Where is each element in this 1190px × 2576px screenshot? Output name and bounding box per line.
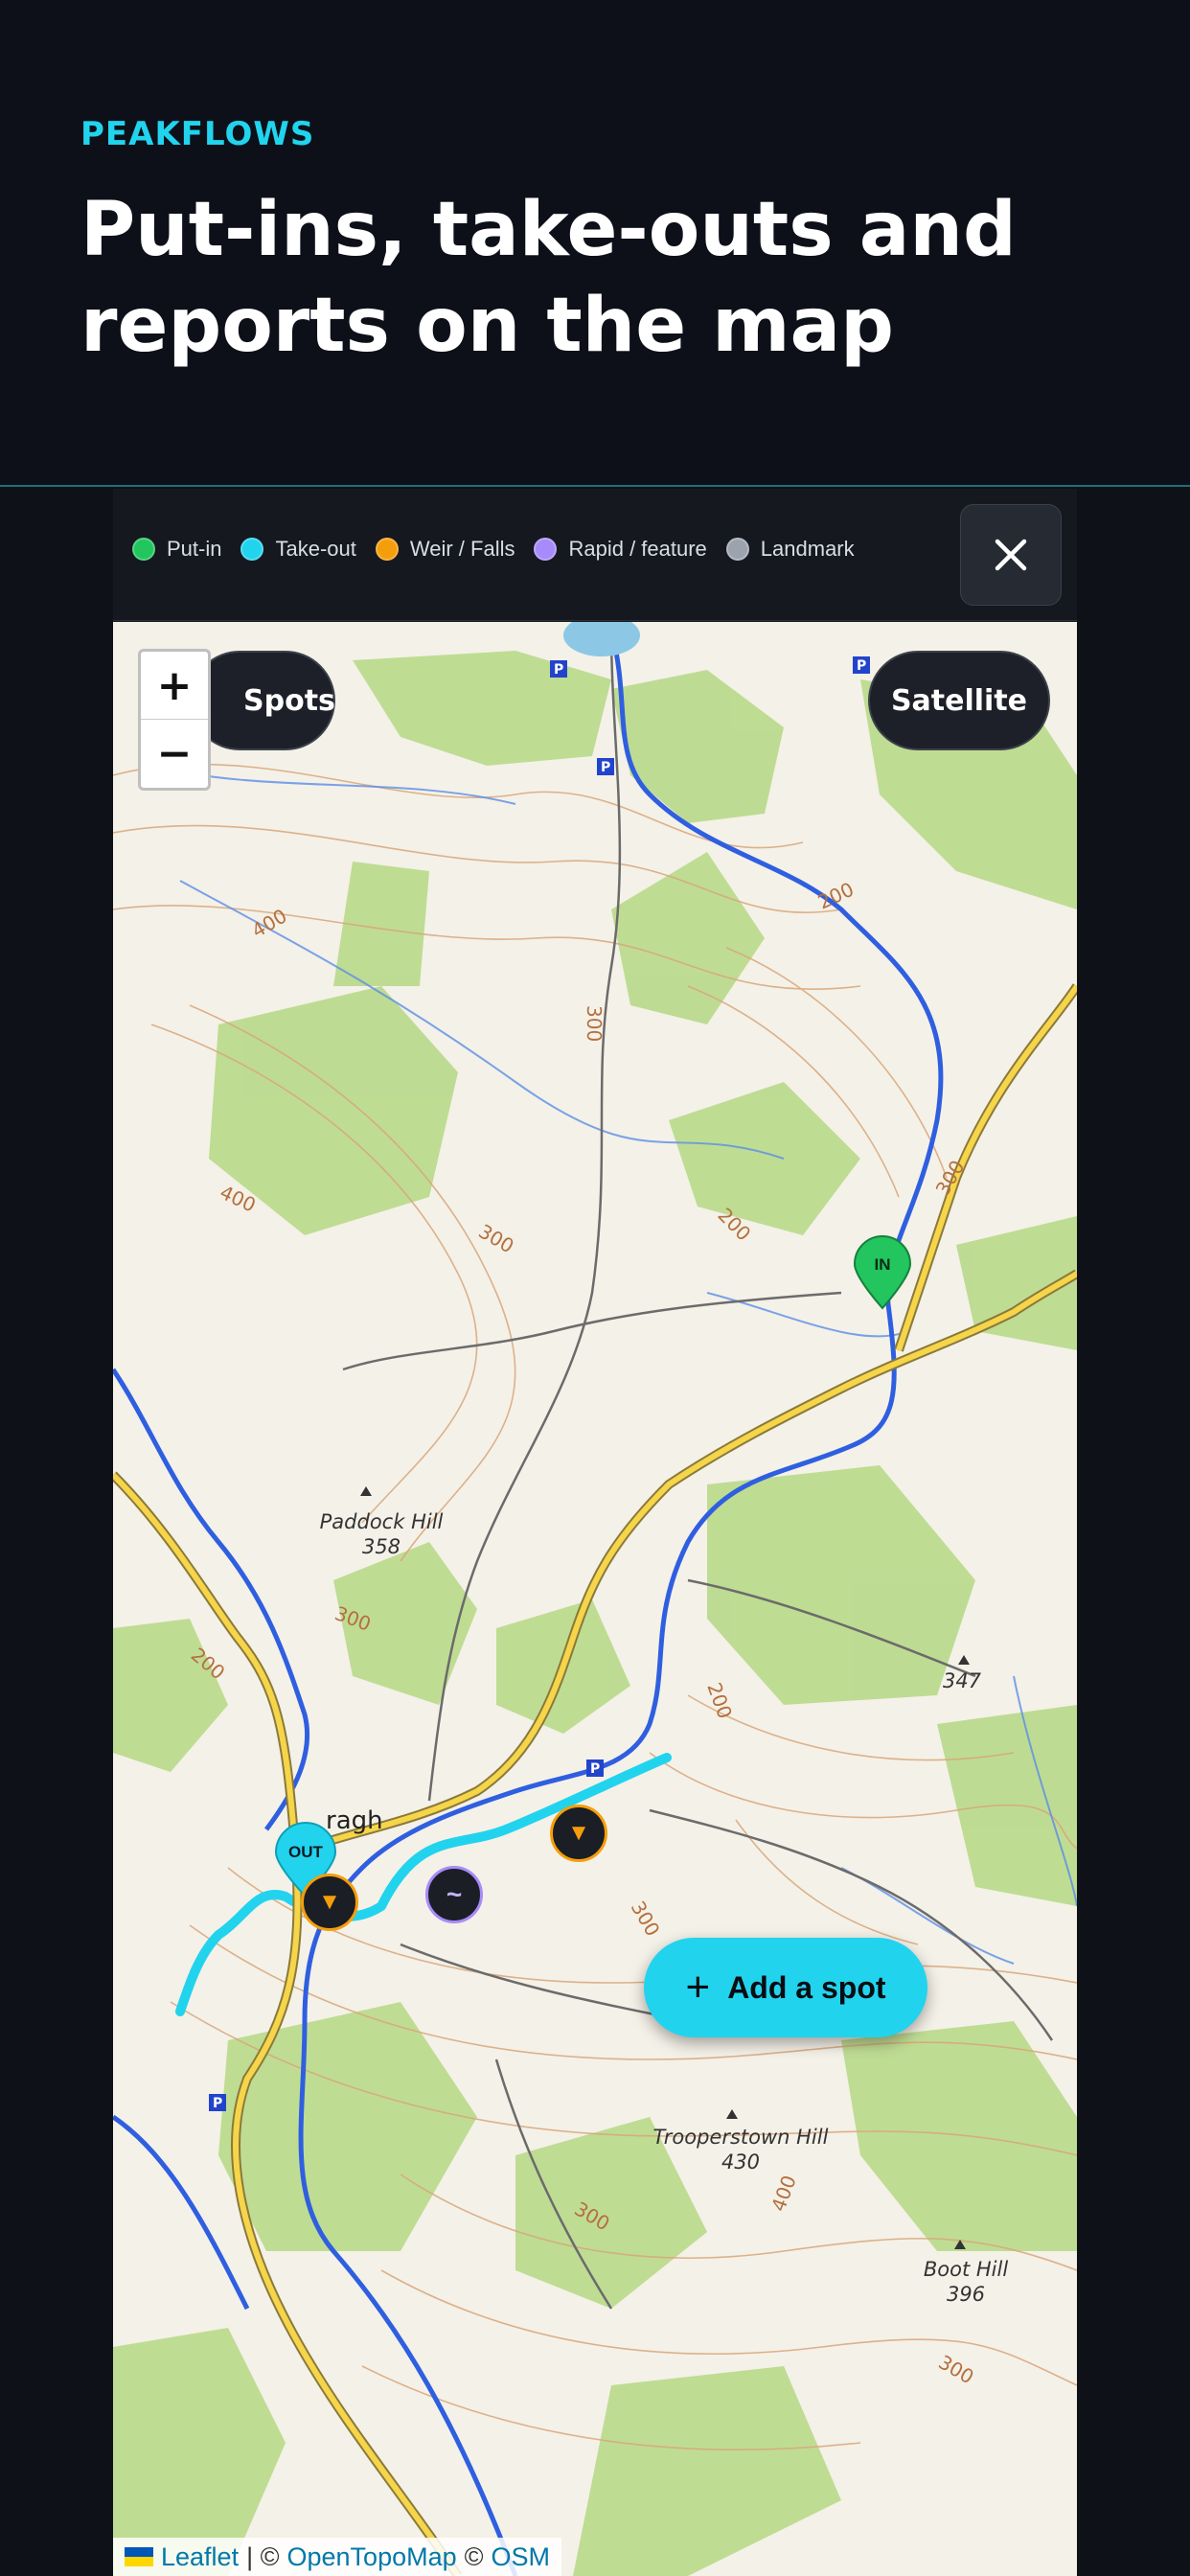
brand-label: PEAKFLOWS bbox=[80, 115, 315, 153]
svg-text:P: P bbox=[857, 658, 866, 674]
weir-marker[interactable]: ▼ bbox=[301, 1874, 358, 1931]
page-headline: Put-ins, take-outs and reports on the ma… bbox=[80, 182, 1039, 374]
leaflet-link[interactable]: Leaflet bbox=[161, 2542, 239, 2572]
legend-item-landmark: Landmark bbox=[725, 537, 855, 562]
zoom-in-button[interactable]: + bbox=[141, 652, 208, 720]
boot-hill-label: Boot Hill 396 bbox=[899, 2257, 1033, 2307]
zoom-out-button[interactable]: − bbox=[141, 720, 208, 788]
boot-hill-elevation: 396 bbox=[946, 2283, 986, 2306]
put-in-marker-label: IN bbox=[874, 1255, 891, 1274]
opentopomap-link[interactable]: OpenTopoMap bbox=[287, 2542, 457, 2572]
rapid-marker[interactable]: ~ bbox=[425, 1866, 483, 1923]
legend-item-weir: Weir / Falls bbox=[375, 537, 515, 562]
legend-label: Take-out bbox=[275, 537, 356, 561]
trooperstown-hill-name: Trooperstown Hill bbox=[652, 2126, 829, 2149]
map-legend: Put-in Take-out Weir / Falls Rapid / fea… bbox=[113, 489, 1077, 621]
add-spot-label: Add a spot bbox=[727, 1969, 886, 2005]
rapid-icon: ~ bbox=[446, 1879, 463, 1909]
map-canvas[interactable]: P P P P P 400 300 300 200 300 400 200 20… bbox=[113, 622, 1077, 2576]
close-icon bbox=[995, 539, 1027, 571]
legend-row: Put-in Take-out Weir / Falls Rapid / fea… bbox=[132, 537, 874, 562]
legend-label: Weir / Falls bbox=[409, 537, 515, 561]
add-spot-button[interactable]: + Add a spot bbox=[644, 1938, 927, 2037]
spots-button[interactable]: Spots bbox=[190, 651, 335, 750]
paddock-hill-name: Paddock Hill bbox=[319, 1510, 444, 1533]
spot-height-label: 347 bbox=[942, 1669, 982, 1692]
attribution-separator: | © bbox=[246, 2542, 280, 2571]
weir-icon: ▼ bbox=[318, 1889, 341, 1915]
trooperstown-hill-label: Trooperstown Hill 430 bbox=[630, 2125, 851, 2174]
attribution-separator: © bbox=[464, 2542, 484, 2571]
take-out-dot-icon bbox=[240, 538, 264, 561]
put-in-marker[interactable]: IN bbox=[853, 1235, 912, 1310]
legend-item-put-in: Put-in bbox=[132, 537, 221, 562]
paddock-hill-elevation: 358 bbox=[361, 1535, 401, 1558]
paddock-hill-label: Paddock Hill 358 bbox=[295, 1509, 468, 1559]
rapid-dot-icon bbox=[534, 538, 558, 561]
ukraine-flag-icon bbox=[125, 2547, 153, 2566]
headline-line-2: reports on the map bbox=[80, 283, 895, 369]
plus-icon: + bbox=[685, 1964, 711, 2011]
osm-link[interactable]: OSM bbox=[492, 2542, 551, 2572]
weir-dot-icon bbox=[375, 538, 399, 561]
weir-icon: ▼ bbox=[567, 1820, 590, 1846]
close-button[interactable] bbox=[960, 504, 1062, 606]
take-out-marker-label: OUT bbox=[288, 1843, 323, 1861]
satellite-button[interactable]: Satellite bbox=[868, 651, 1050, 750]
put-in-dot-icon bbox=[132, 538, 155, 561]
spots-label: Spots bbox=[243, 683, 335, 718]
legend-label: Rapid / feature bbox=[568, 537, 707, 561]
legend-label: Put-in bbox=[167, 537, 222, 561]
map-attribution: Leaflet | © OpenTopoMap © OSM bbox=[113, 2538, 562, 2576]
map-panel: Put-in Take-out Weir / Falls Rapid / fea… bbox=[113, 489, 1077, 2576]
legend-label: Landmark bbox=[760, 537, 855, 561]
hero-section: PEAKFLOWS Put-ins, take-outs and reports… bbox=[0, 0, 1190, 487]
landmark-dot-icon bbox=[725, 538, 749, 561]
contour-elevation-label: 300 bbox=[583, 1005, 606, 1042]
zoom-control: + − bbox=[138, 649, 211, 791]
svg-text:P: P bbox=[601, 760, 610, 775]
boot-hill-name: Boot Hill bbox=[923, 2258, 1009, 2281]
svg-text:P: P bbox=[590, 1761, 600, 1777]
svg-text:P: P bbox=[554, 662, 563, 678]
svg-text:P: P bbox=[213, 2096, 222, 2111]
trooperstown-hill-elevation: 430 bbox=[721, 2150, 761, 2174]
weir-marker[interactable]: ▼ bbox=[550, 1805, 607, 1862]
headline-line-1: Put-ins, take-outs and bbox=[80, 187, 1017, 273]
legend-item-rapid: Rapid / feature bbox=[534, 537, 707, 562]
legend-item-take-out: Take-out bbox=[240, 537, 356, 562]
